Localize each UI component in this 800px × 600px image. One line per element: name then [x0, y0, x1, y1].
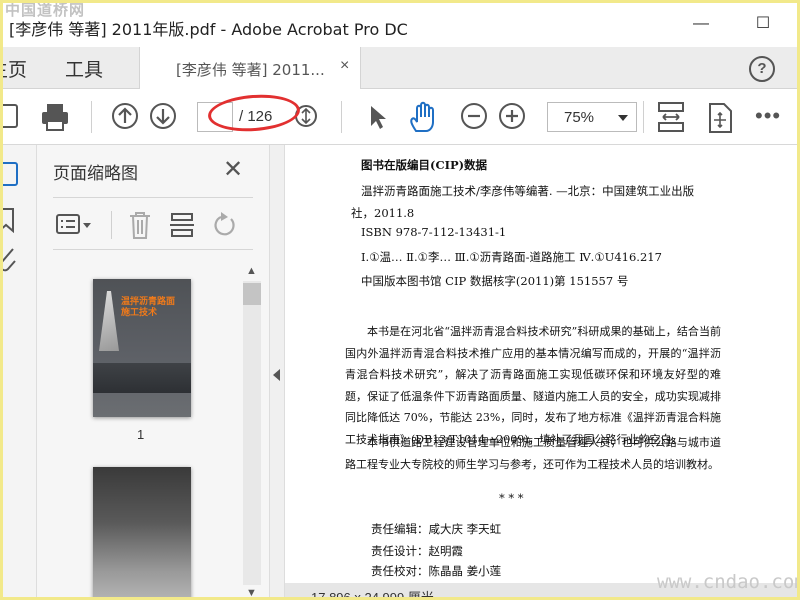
responsible-designer: 责任设计：赵明霞 [371, 544, 463, 558]
toolbar-separator [91, 101, 92, 133]
zoom-out-icon[interactable] [459, 101, 489, 131]
options-menu-icon[interactable] [55, 211, 95, 239]
attachments-icon[interactable] [3, 245, 19, 273]
page-thumbnail[interactable] [93, 467, 191, 597]
zoom-dropdown[interactable]: 75% [547, 102, 637, 132]
cover-photo-band [93, 363, 191, 393]
delete-page-icon[interactable] [125, 209, 155, 241]
save-icon[interactable] [3, 101, 21, 131]
responsible-proofreader: 责任校对：陈晶晶 姜小莲 [371, 564, 502, 578]
chevron-down-icon [618, 115, 628, 121]
window-title: [李彦伟 等著] 2011年版.pdf - Adobe Acrobat Pro … [9, 20, 408, 39]
document-tab[interactable]: [李彦伟 等著] 2011... × [139, 47, 361, 89]
maximize-button[interactable]: ☐ [743, 9, 783, 39]
panel-tools [53, 207, 253, 243]
acrobat-window: 中国道桥网 [李彦伟 等著] 2011年版.pdf - Adobe Acroba… [0, 0, 800, 600]
title-bar: 中国道桥网 [李彦伟 等著] 2011年版.pdf - Adobe Acroba… [3, 3, 797, 47]
panel-divider [53, 249, 253, 250]
navigation-pane-strip [3, 145, 37, 597]
panel-tools-separator [111, 211, 112, 239]
cover-title-thumbnail: 温拌沥青路面 施工技术 [121, 297, 176, 318]
page-thumbnails-icon[interactable] [3, 159, 21, 189]
site-watermark-bottom: www.cndao.com [657, 571, 800, 593]
close-panel-icon[interactable]: ✕ [223, 155, 243, 184]
scroll-down-icon[interactable]: ▼ [246, 587, 257, 597]
document-tab-label: [李彦伟 等著] 2011... [176, 61, 325, 79]
pane-splitter[interactable] [269, 145, 285, 597]
toolbar-separator [643, 101, 644, 133]
toolbar: / 126 75% ••• [3, 89, 797, 145]
audience-paragraph: 本书供道路工程建设管理单位和施工质量管理人员，也可供公路与城市道路工程专业大专院… [345, 436, 721, 471]
scroll-track[interactable] [243, 281, 261, 585]
tab-home[interactable]: 主页 [3, 55, 27, 82]
description-paragraph: 本书是在河北省“温拌沥青混合料技术研究”科研成果的基础上，结合当前国内外温拌沥青… [345, 325, 721, 446]
scroll-up-icon[interactable]: ▲ [246, 265, 257, 277]
previous-page-icon[interactable] [110, 101, 140, 131]
close-tab-icon[interactable]: × [340, 57, 349, 75]
help-icon[interactable]: ? [749, 56, 775, 82]
select-cursor-icon[interactable] [365, 101, 389, 133]
responsible-editor: 责任编辑：咸大庆 李天虹 [371, 522, 502, 536]
zoom-in-icon[interactable] [497, 101, 527, 131]
panel-divider [53, 197, 253, 198]
extract-page-icon[interactable] [167, 209, 197, 241]
thumbnail-page-label: 1 [137, 427, 145, 442]
page-thumbnail[interactable]: 温拌沥青路面 施工技术 [93, 279, 191, 417]
collapse-pane-icon[interactable] [273, 369, 280, 381]
thumbnails-panel: 页面缩略图 ✕ 温拌沥青路面 施工技术 1 ▲ ▼ [37, 145, 269, 597]
fit-page-icon[interactable] [655, 101, 687, 135]
marquee-zoom-icon[interactable] [295, 101, 321, 131]
more-tools-icon[interactable]: ••• [755, 103, 781, 129]
isbn: ISBN 978-7-112-13431-1 [361, 225, 507, 239]
tab-tools[interactable]: 工具 [65, 55, 103, 82]
page-size-readout: 17.896 x 24.999 厘米 [311, 590, 434, 600]
classification: Ⅰ.①温… Ⅱ.①李… Ⅲ.①沥青路面-道路施工 Ⅳ.①U416.217 [361, 250, 662, 264]
read-mode-icon[interactable] [705, 101, 735, 135]
bookmarks-icon[interactable] [3, 205, 19, 233]
thumbnails-scrollbar[interactable]: ▲ ▼ [243, 263, 261, 597]
print-icon[interactable] [39, 101, 71, 133]
cip-entry-cont: 社，2011.8 [351, 206, 415, 220]
toolbar-separator [341, 101, 342, 133]
zoom-value: 75% [564, 109, 595, 126]
section-break: * * * [499, 491, 524, 505]
scroll-thumb[interactable] [243, 283, 261, 305]
hand-tool-icon[interactable] [407, 101, 439, 135]
panel-title: 页面缩略图 [53, 164, 138, 184]
cover-road-graphic [99, 291, 119, 351]
cip-heading: 图书在版编目(CIP)数据 [361, 158, 488, 172]
rotate-page-icon[interactable] [209, 209, 239, 241]
cip-check-number: 中国版本图书馆 CIP 数据核字(2011)第 151557 号 [361, 274, 629, 288]
minimize-button[interactable]: — [681, 9, 721, 39]
next-page-icon[interactable] [148, 101, 178, 131]
document-view[interactable]: 图书在版编目(CIP)数据 温拌沥青路面施工技术/李彦伟等编著. —北京：中国建… [285, 145, 797, 597]
cip-entry: 温拌沥青路面施工技术/李彦伟等编著. —北京：中国建筑工业出版 [361, 184, 695, 198]
tab-bar: 主页 工具 [李彦伟 等著] 2011... × ? [3, 47, 797, 89]
